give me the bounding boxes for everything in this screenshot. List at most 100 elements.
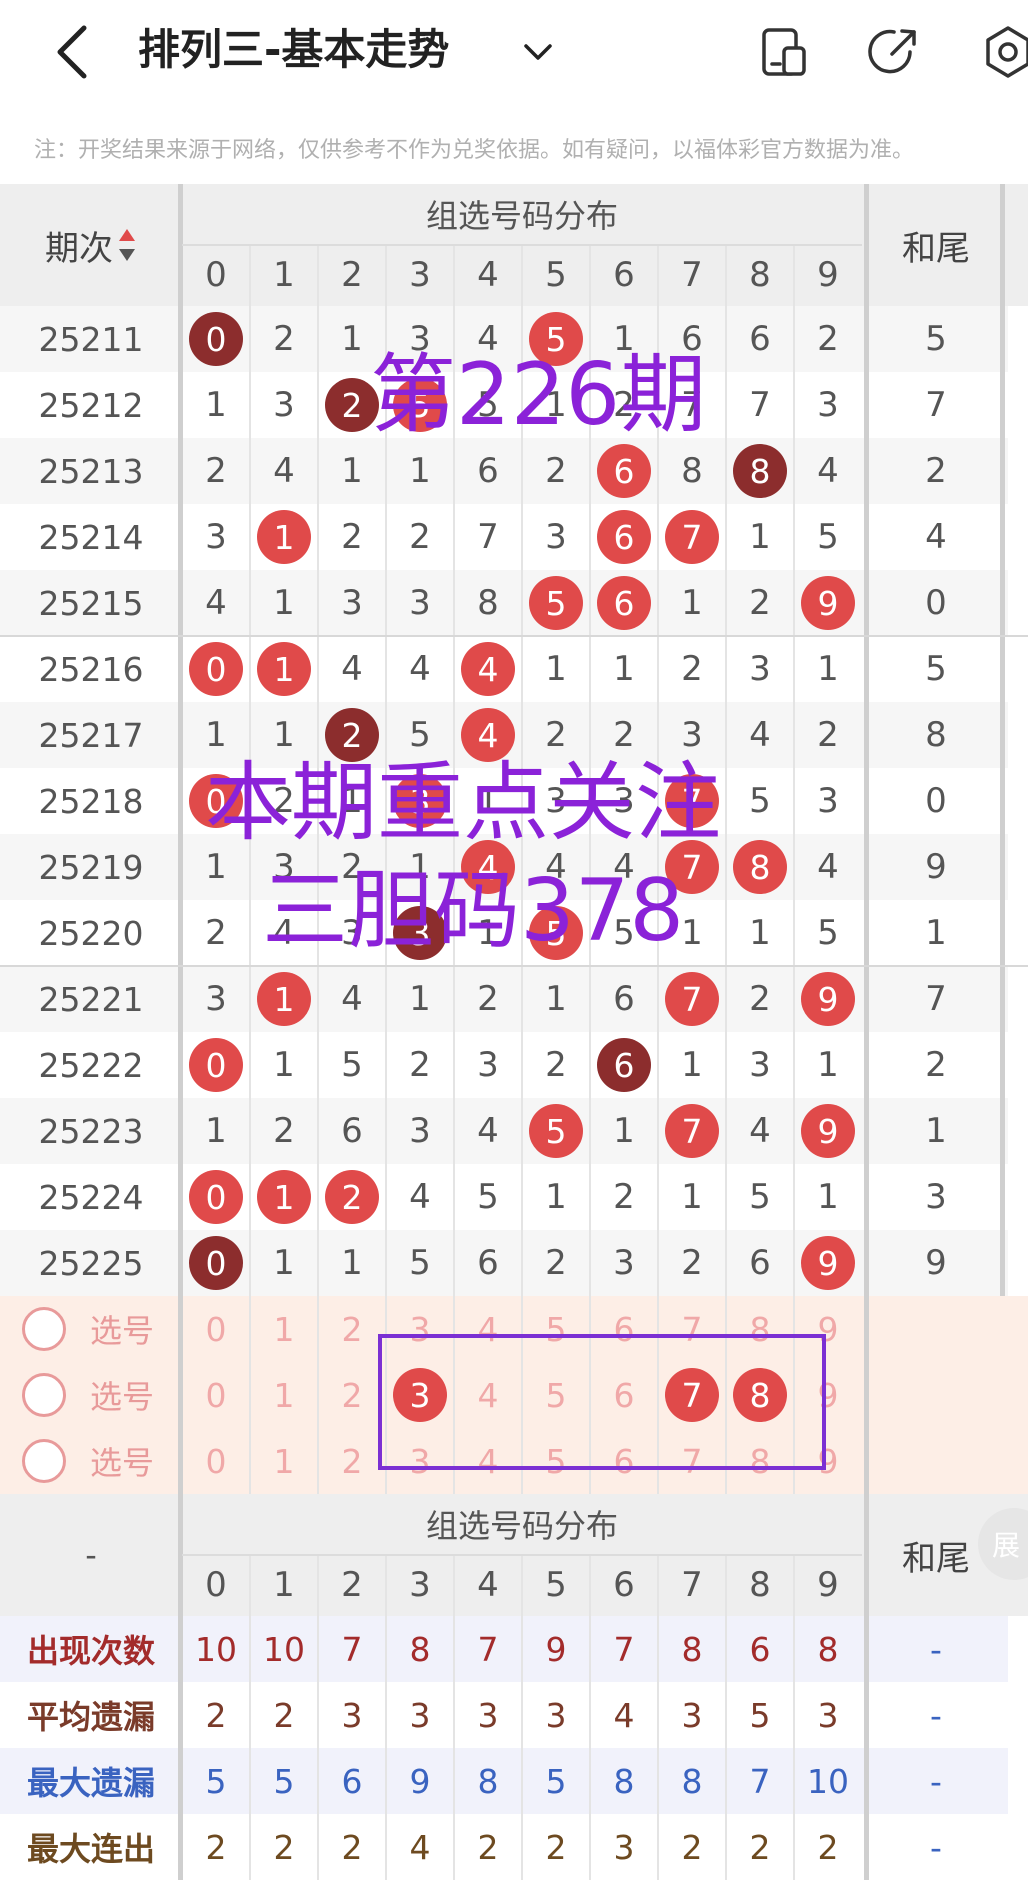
period-cell: 25214 <box>38 517 144 557</box>
number-cell: 4 <box>794 438 862 504</box>
select-digit-cell[interactable]: 1 <box>250 1296 318 1362</box>
period-cell: 25221 <box>38 979 144 1019</box>
chevron-down-icon[interactable] <box>516 30 560 74</box>
number-cell: 5 <box>726 768 794 834</box>
period-cell: 25216 <box>38 649 144 689</box>
omission-number: 1 <box>341 1243 363 1283</box>
selectable-digit[interactable]: 1 <box>274 1442 295 1481</box>
select-digit-cell[interactable]: 2 <box>318 1296 386 1362</box>
omission-number: 3 <box>613 1243 635 1283</box>
omission-number: 1 <box>273 1243 295 1283</box>
drawn-number-ball: 1 <box>257 642 311 696</box>
divider <box>1000 184 1005 1296</box>
digit-header: 1 <box>273 255 295 295</box>
number-cell: 1 <box>726 900 794 966</box>
select-digit-cell[interactable]: 2 <box>318 1428 386 1494</box>
omission-number: 2 <box>341 517 363 557</box>
number-cell: 1 <box>522 966 590 1032</box>
select-digit-cell[interactable]: 1 <box>250 1362 318 1428</box>
omission-number: 8 <box>477 583 499 623</box>
number-cell: 2 <box>250 1098 318 1164</box>
omission-number: 1 <box>273 583 295 623</box>
omission-number: 4 <box>341 979 363 1019</box>
stats-tail-value: - <box>930 1761 942 1801</box>
omission-number: 5 <box>817 517 839 557</box>
number-cell: 1 <box>250 570 318 636</box>
settings-icon[interactable] <box>978 22 1028 82</box>
tail-cell: 1 <box>925 1111 947 1151</box>
number-cell: 4 <box>386 1164 454 1230</box>
number-cell: 2 <box>726 570 794 636</box>
selectable-digit[interactable]: 1 <box>274 1376 295 1415</box>
select-digit-cell[interactable]: 0 <box>182 1362 250 1428</box>
omission-number: 1 <box>273 1045 295 1085</box>
drawn-number-ball: 0 <box>189 1038 243 1092</box>
number-cell: 5 <box>454 1164 522 1230</box>
selectable-digit[interactable]: 0 <box>206 1376 227 1415</box>
number-cell: 4 <box>318 966 386 1032</box>
omission-number: 2 <box>205 451 227 491</box>
tail-cell: 9 <box>925 1243 947 1283</box>
select-digit-cell[interactable]: 0 <box>182 1296 250 1362</box>
select-digit-cell[interactable]: 2 <box>318 1362 386 1428</box>
number-cell: 4 <box>794 834 862 900</box>
stats-value: 8 <box>409 1629 431 1669</box>
number-cell: 8 <box>454 570 522 636</box>
select-digit-cell[interactable]: 0 <box>182 1428 250 1494</box>
sort-icon[interactable] <box>117 227 137 263</box>
selectable-digit[interactable]: 2 <box>342 1442 363 1481</box>
drawn-number-ball: 0 <box>189 1236 243 1290</box>
radio-circle-icon[interactable] <box>22 1307 66 1351</box>
selectable-digit[interactable]: 1 <box>274 1310 295 1349</box>
drawn-number-ball: 9 <box>801 1236 855 1290</box>
omission-number: 3 <box>409 1111 431 1151</box>
omission-number: 1 <box>681 1177 703 1217</box>
divider <box>453 1554 455 1880</box>
selectable-digit[interactable]: 0 <box>206 1442 227 1481</box>
omission-number: 4 <box>477 1111 499 1151</box>
number-cell: 6 <box>590 570 658 636</box>
period-header[interactable]: 期次 <box>0 184 182 306</box>
stats-value: 7 <box>341 1629 363 1669</box>
number-cell: 3 <box>726 1032 794 1098</box>
stats-dash: - <box>85 1536 97 1574</box>
number-cell: 6 <box>726 306 794 372</box>
selectable-digit[interactable]: 2 <box>342 1310 363 1349</box>
drawn-number-ball: 1 <box>257 510 311 564</box>
select-row-toggle[interactable]: 选号 <box>0 1296 182 1362</box>
omission-number: 2 <box>817 715 839 755</box>
number-cell: 1 <box>794 1164 862 1230</box>
divider <box>182 1554 862 1556</box>
select-digit-cell[interactable]: 1 <box>250 1428 318 1494</box>
omission-number: 6 <box>749 1243 771 1283</box>
drawn-number-ball: 9 <box>801 576 855 630</box>
digit-header: 3 <box>409 255 431 295</box>
select-row-toggle[interactable]: 选号 <box>0 1428 182 1494</box>
selectable-digit[interactable]: 2 <box>342 1376 363 1415</box>
select-row-toggle[interactable]: 选号 <box>0 1362 182 1428</box>
split-screen-icon[interactable] <box>754 22 814 82</box>
tail-cell: 2 <box>925 451 947 491</box>
number-cell: 1 <box>250 1164 318 1230</box>
drawn-number-ball: 6 <box>597 510 651 564</box>
omission-number: 3 <box>545 517 567 557</box>
radio-circle-icon[interactable] <box>22 1373 66 1417</box>
omission-number: 5 <box>817 913 839 953</box>
radio-circle-icon[interactable] <box>22 1439 66 1483</box>
select-row-label: 选号 <box>90 1312 155 1350</box>
stats-label: 最大遗漏 <box>26 1764 155 1802</box>
omission-number: 1 <box>205 1111 227 1151</box>
tail-cell: 8 <box>925 715 947 755</box>
number-cell: 1 <box>318 1230 386 1296</box>
back-arrow-icon[interactable] <box>50 22 98 82</box>
page-title[interactable]: 排列三-基本走势 <box>138 20 449 80</box>
stats-tail-value: - <box>930 1629 942 1669</box>
drawn-number-ball: 0 <box>189 1170 243 1224</box>
number-cell: 6 <box>590 966 658 1032</box>
stats-value: 3 <box>545 1695 567 1735</box>
selectable-digit[interactable]: 0 <box>206 1310 227 1349</box>
number-cell: 3 <box>386 570 454 636</box>
stats-value: 2 <box>273 1695 295 1735</box>
divider <box>249 1554 251 1880</box>
share-icon[interactable] <box>864 22 924 82</box>
